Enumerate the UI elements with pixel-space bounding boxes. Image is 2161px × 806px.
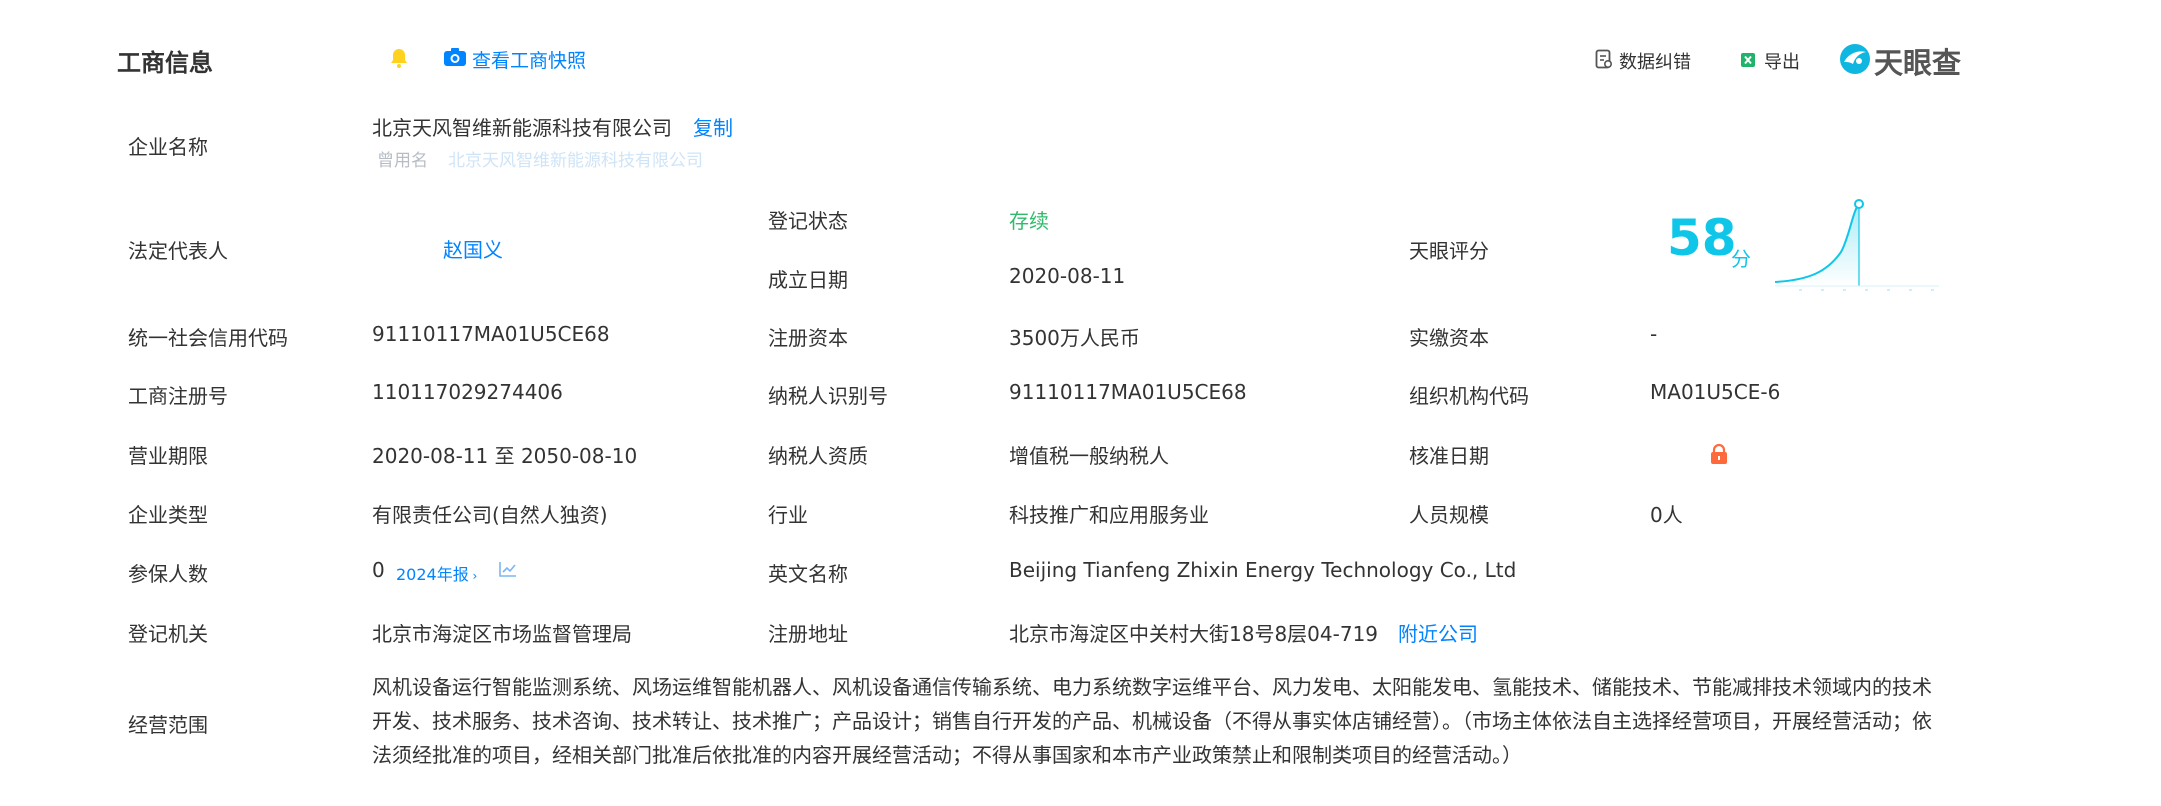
section-title: 工商信息 [117, 49, 213, 77]
reg-capital-value: 3500万人民币 [1009, 326, 1140, 350]
business-scope-value: 风机设备运行智能监测系统、风场运维智能机器人、风机设备通信传输系统、电力系统数字… [372, 675, 1932, 767]
industry-value: 科技推广和应用服务业 [1009, 503, 1209, 527]
taxpayer-id-label: 纳税人识别号 [768, 384, 888, 408]
reg-number-label: 工商注册号 [128, 384, 228, 408]
camera-icon[interactable] [443, 47, 467, 71]
excel-icon[interactable] [1740, 52, 1756, 72]
score-value[interactable]: 58 [1667, 213, 1737, 263]
tianyancha-logo-icon[interactable] [1838, 42, 1872, 80]
bell-icon[interactable] [389, 47, 409, 73]
english-name-value: Beijing Tianfeng Zhixin Energy Technolog… [1009, 558, 1517, 582]
paid-capital-value: - [1650, 322, 1658, 346]
legal-rep-label: 法定代表人 [128, 239, 228, 263]
brand-wordmark: 天眼查 [1874, 46, 1962, 80]
former-name-value[interactable]: 北京天风智维新能源科技有限公司 [448, 146, 703, 171]
score-curve-chart[interactable] [1769, 196, 1944, 296]
insured-label: 参保人数 [128, 562, 208, 586]
founded-label: 成立日期 [768, 268, 848, 292]
staff-size-value: 0人 [1650, 503, 1683, 527]
taxpayer-qual-label: 纳税人资质 [768, 444, 868, 468]
copy-button[interactable]: 复制 [693, 112, 733, 141]
score-unit: 分 [1731, 247, 1751, 271]
reg-capital-label: 注册资本 [768, 326, 848, 350]
reg-status-label: 登记状态 [768, 209, 848, 233]
company-name: 北京天风智维新能源科技有限公司 [372, 116, 672, 140]
paid-capital-label: 实缴资本 [1409, 326, 1489, 350]
credit-code-label: 统一社会信用代码 [128, 326, 288, 350]
english-name-label: 英文名称 [768, 562, 848, 586]
business-scope-label: 经营范围 [128, 713, 208, 737]
founded-value: 2020-08-11 [1009, 264, 1126, 288]
annual-report-link[interactable]: 2024年报 › [396, 561, 477, 585]
insured-value: 0 [372, 558, 385, 582]
reg-address-label: 注册地址 [768, 622, 848, 646]
approval-date-label: 核准日期 [1409, 444, 1489, 468]
legal-rep-link[interactable]: 赵国义 [443, 234, 503, 263]
former-name-label: 曾用名 [377, 151, 428, 171]
company-type-label: 企业类型 [128, 503, 208, 527]
trend-chart-icon[interactable] [498, 560, 518, 582]
nearby-companies-link[interactable]: 附近公司 [1398, 618, 1478, 647]
lock-icon[interactable] [1709, 443, 1729, 469]
org-code-value: MA01U5CE-6 [1650, 380, 1781, 404]
taxpayer-id-value: 91110117MA01U5CE68 [1009, 380, 1247, 404]
credit-code-value: 91110117MA01U5CE68 [372, 322, 610, 346]
score-label: 天眼评分 [1409, 239, 1489, 263]
company-name-label: 企业名称 [128, 135, 208, 159]
reg-number-value: 110117029274406 [372, 380, 563, 404]
snapshot-link[interactable]: 查看工商快照 [472, 46, 586, 73]
export-button[interactable]: 导出 [1764, 48, 1800, 74]
taxpayer-qual-value: 增值税一般纳税人 [1009, 444, 1169, 468]
term-value: 2020-08-11 至 2050-08-10 [372, 444, 638, 468]
data-correction-button[interactable]: 数据纠错 [1619, 48, 1691, 74]
term-label: 营业期限 [128, 444, 208, 468]
reg-address-value: 北京市海淀区中关村大街18号8层04-719 [1009, 622, 1379, 646]
company-type-value: 有限责任公司(自然人独资) [372, 503, 608, 527]
reg-authority-value: 北京市海淀区市场监督管理局 [372, 622, 632, 646]
industry-label: 行业 [768, 503, 808, 527]
correction-icon[interactable] [1595, 49, 1613, 73]
reg-authority-label: 登记机关 [128, 622, 208, 646]
staff-size-label: 人员规模 [1409, 503, 1489, 527]
reg-status-value: 存续 [1009, 209, 1049, 233]
org-code-label: 组织机构代码 [1409, 384, 1529, 408]
